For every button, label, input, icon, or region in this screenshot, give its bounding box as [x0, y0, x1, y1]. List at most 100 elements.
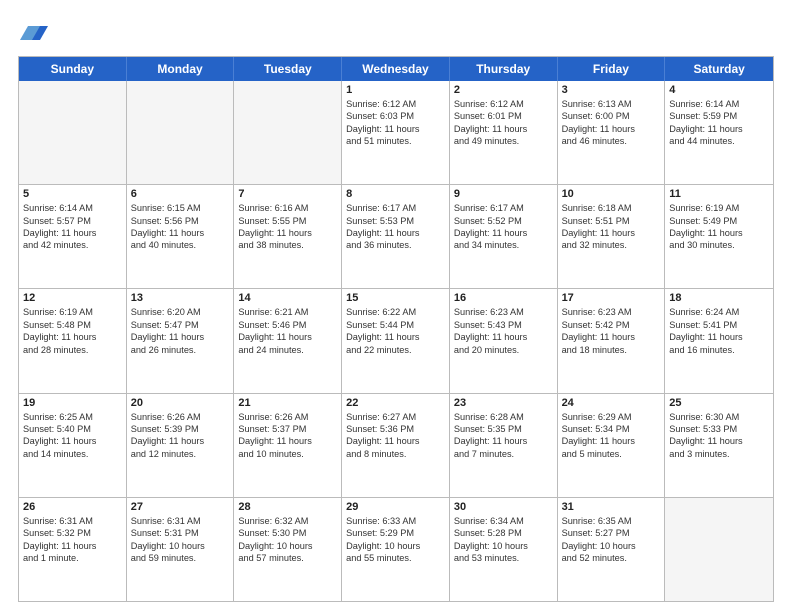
cell-line: Sunrise: 6:18 AM	[562, 202, 661, 214]
cell-line: and 55 minutes.	[346, 552, 445, 564]
empty-cell	[19, 81, 127, 184]
cell-line: Daylight: 11 hours	[238, 331, 337, 343]
day-number: 1	[346, 84, 445, 96]
cell-line: Daylight: 11 hours	[346, 435, 445, 447]
cell-line: Daylight: 11 hours	[562, 331, 661, 343]
day-number: 25	[669, 397, 769, 409]
calendar-body: 1Sunrise: 6:12 AMSunset: 6:03 PMDaylight…	[19, 81, 773, 601]
cell-line: Sunrise: 6:24 AM	[669, 306, 769, 318]
cell-line: and 7 minutes.	[454, 448, 553, 460]
cell-line: Daylight: 10 hours	[238, 540, 337, 552]
cell-line: Daylight: 11 hours	[346, 331, 445, 343]
day-cell-25: 25Sunrise: 6:30 AMSunset: 5:33 PMDayligh…	[665, 394, 773, 497]
cell-line: Sunrise: 6:19 AM	[669, 202, 769, 214]
day-cell-14: 14Sunrise: 6:21 AMSunset: 5:46 PMDayligh…	[234, 289, 342, 392]
day-cell-26: 26Sunrise: 6:31 AMSunset: 5:32 PMDayligh…	[19, 498, 127, 601]
cell-line: Sunset: 5:42 PM	[562, 319, 661, 331]
day-cell-5: 5Sunrise: 6:14 AMSunset: 5:57 PMDaylight…	[19, 185, 127, 288]
cell-line: and 49 minutes.	[454, 135, 553, 147]
day-number: 8	[346, 188, 445, 200]
cell-line: Sunset: 5:27 PM	[562, 527, 661, 539]
cell-line: and 14 minutes.	[23, 448, 122, 460]
day-number: 30	[454, 501, 553, 513]
day-cell-13: 13Sunrise: 6:20 AMSunset: 5:47 PMDayligh…	[127, 289, 235, 392]
cell-line: Sunset: 5:30 PM	[238, 527, 337, 539]
cell-line: Sunset: 5:53 PM	[346, 215, 445, 227]
day-number: 11	[669, 188, 769, 200]
cell-line: Sunrise: 6:33 AM	[346, 515, 445, 527]
cell-line: Sunrise: 6:19 AM	[23, 306, 122, 318]
cell-line: Daylight: 11 hours	[454, 123, 553, 135]
cell-line: and 16 minutes.	[669, 344, 769, 356]
cell-line: Sunrise: 6:26 AM	[131, 411, 230, 423]
cell-line: and 12 minutes.	[131, 448, 230, 460]
day-number: 24	[562, 397, 661, 409]
cell-line: Sunrise: 6:34 AM	[454, 515, 553, 527]
cell-line: Daylight: 11 hours	[669, 123, 769, 135]
cell-line: Sunrise: 6:14 AM	[669, 98, 769, 110]
weekday-header-wednesday: Wednesday	[342, 57, 450, 81]
cell-line: Sunrise: 6:23 AM	[454, 306, 553, 318]
cell-line: Daylight: 10 hours	[454, 540, 553, 552]
cell-line: and 46 minutes.	[562, 135, 661, 147]
weekday-header-sunday: Sunday	[19, 57, 127, 81]
cell-line: Sunrise: 6:22 AM	[346, 306, 445, 318]
day-cell-12: 12Sunrise: 6:19 AMSunset: 5:48 PMDayligh…	[19, 289, 127, 392]
cell-line: Sunset: 5:57 PM	[23, 215, 122, 227]
cell-line: Daylight: 11 hours	[131, 227, 230, 239]
logo	[18, 18, 48, 46]
cell-line: Daylight: 11 hours	[346, 227, 445, 239]
day-number: 19	[23, 397, 122, 409]
day-cell-9: 9Sunrise: 6:17 AMSunset: 5:52 PMDaylight…	[450, 185, 558, 288]
calendar-row-5: 26Sunrise: 6:31 AMSunset: 5:32 PMDayligh…	[19, 498, 773, 601]
cell-line: Daylight: 11 hours	[669, 331, 769, 343]
cell-line: Sunset: 5:55 PM	[238, 215, 337, 227]
empty-cell	[234, 81, 342, 184]
weekday-header-tuesday: Tuesday	[234, 57, 342, 81]
calendar-row-2: 5Sunrise: 6:14 AMSunset: 5:57 PMDaylight…	[19, 185, 773, 289]
cell-line: Sunrise: 6:17 AM	[454, 202, 553, 214]
day-number: 23	[454, 397, 553, 409]
cell-line: and 59 minutes.	[131, 552, 230, 564]
cell-line: Sunrise: 6:31 AM	[131, 515, 230, 527]
day-number: 13	[131, 292, 230, 304]
calendar-row-3: 12Sunrise: 6:19 AMSunset: 5:48 PMDayligh…	[19, 289, 773, 393]
day-cell-18: 18Sunrise: 6:24 AMSunset: 5:41 PMDayligh…	[665, 289, 773, 392]
cell-line: Sunrise: 6:27 AM	[346, 411, 445, 423]
day-number: 29	[346, 501, 445, 513]
day-cell-16: 16Sunrise: 6:23 AMSunset: 5:43 PMDayligh…	[450, 289, 558, 392]
cell-line: and 42 minutes.	[23, 239, 122, 251]
empty-cell	[127, 81, 235, 184]
cell-line: and 34 minutes.	[454, 239, 553, 251]
cell-line: and 22 minutes.	[346, 344, 445, 356]
day-cell-10: 10Sunrise: 6:18 AMSunset: 5:51 PMDayligh…	[558, 185, 666, 288]
cell-line: Sunset: 5:43 PM	[454, 319, 553, 331]
day-number: 28	[238, 501, 337, 513]
empty-cell	[665, 498, 773, 601]
cell-line: and 10 minutes.	[238, 448, 337, 460]
cell-line: Sunrise: 6:21 AM	[238, 306, 337, 318]
cell-line: Daylight: 11 hours	[23, 540, 122, 552]
calendar-row-1: 1Sunrise: 6:12 AMSunset: 6:03 PMDaylight…	[19, 81, 773, 185]
cell-line: Daylight: 11 hours	[562, 227, 661, 239]
day-number: 6	[131, 188, 230, 200]
cell-line: Sunrise: 6:25 AM	[23, 411, 122, 423]
cell-line: Sunrise: 6:35 AM	[562, 515, 661, 527]
cell-line: Daylight: 10 hours	[346, 540, 445, 552]
cell-line: Daylight: 11 hours	[23, 331, 122, 343]
cell-line: Sunset: 5:37 PM	[238, 423, 337, 435]
cell-line: Sunset: 6:03 PM	[346, 110, 445, 122]
cell-line: Sunrise: 6:23 AM	[562, 306, 661, 318]
cell-line: Sunset: 5:34 PM	[562, 423, 661, 435]
cell-line: Sunset: 5:51 PM	[562, 215, 661, 227]
page-header	[18, 18, 774, 46]
cell-line: Sunrise: 6:16 AM	[238, 202, 337, 214]
day-number: 7	[238, 188, 337, 200]
cell-line: Daylight: 10 hours	[562, 540, 661, 552]
cell-line: Sunrise: 6:28 AM	[454, 411, 553, 423]
cell-line: Sunset: 5:40 PM	[23, 423, 122, 435]
day-cell-4: 4Sunrise: 6:14 AMSunset: 5:59 PMDaylight…	[665, 81, 773, 184]
cell-line: Sunset: 5:44 PM	[346, 319, 445, 331]
cell-line: and 36 minutes.	[346, 239, 445, 251]
cell-line: Sunrise: 6:17 AM	[346, 202, 445, 214]
